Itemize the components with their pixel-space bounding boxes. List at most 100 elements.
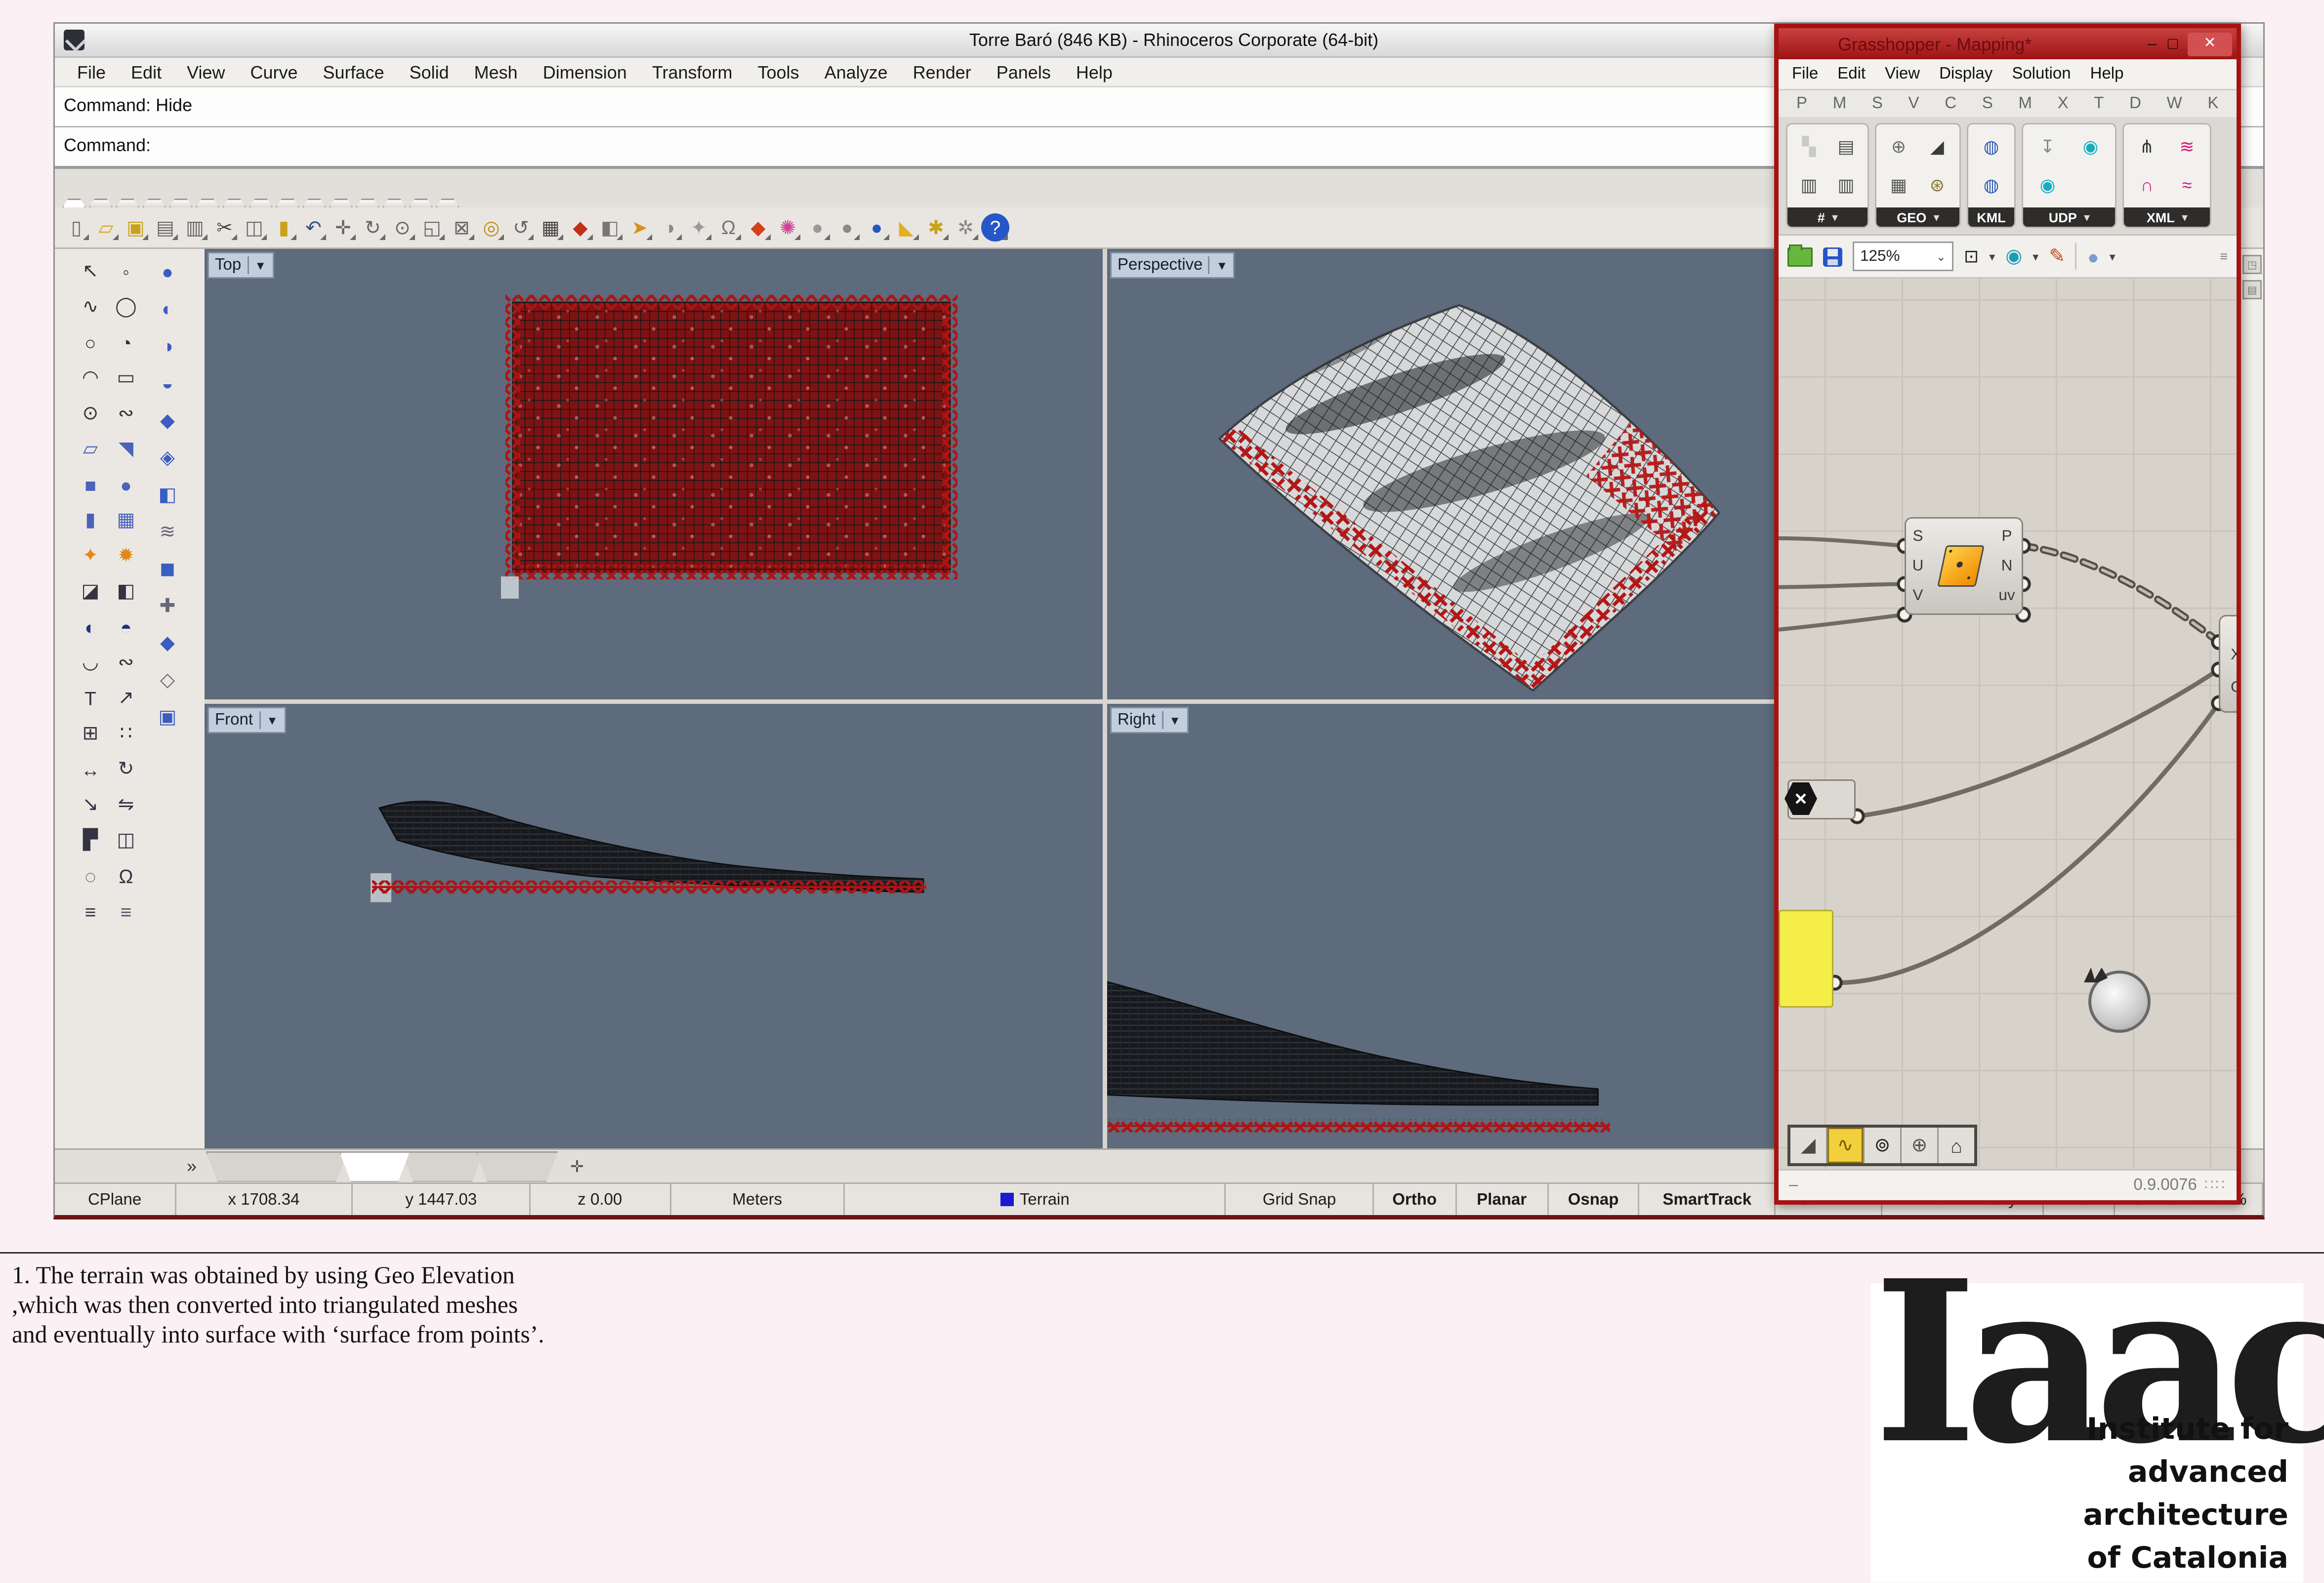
rectangle-tool-icon[interactable]: ▭ xyxy=(110,360,142,396)
boolean-intersect-icon[interactable]: ◑ xyxy=(150,327,185,365)
solid-diamond-icon[interactable]: ◆ xyxy=(150,624,185,661)
stream-icon[interactable]: ≋ xyxy=(2179,136,2194,157)
menu-item[interactable]: Curve xyxy=(250,62,297,82)
viewport-right-label[interactable]: Right▼ xyxy=(1110,707,1188,733)
boolean-diff-tool-icon[interactable]: ◓ xyxy=(110,609,142,645)
wire-diamond-icon[interactable]: ◇ xyxy=(150,661,185,698)
ribbon-group-label[interactable]: UDP▾ xyxy=(2023,207,2115,227)
resize-grip-icon[interactable]: ∷∷ xyxy=(2204,1177,2226,1194)
checker-grid-icon[interactable]: ▚ xyxy=(1802,136,1816,157)
hide-tool-icon[interactable]: ◌ xyxy=(74,858,107,893)
broom-icon[interactable]: ↧ xyxy=(2040,136,2055,157)
boolean-union-icon[interactable]: ◐ xyxy=(150,290,185,327)
wireframe-sphere-icon[interactable]: ● xyxy=(803,213,831,242)
undo-view-icon[interactable]: ↺ xyxy=(507,213,535,242)
surface-edge-tool-icon[interactable]: ◥ xyxy=(110,431,142,467)
chevron-down-icon[interactable]: ▾ xyxy=(2110,250,2116,263)
category-tab[interactable]: X xyxy=(2058,95,2069,113)
lock-icon[interactable]: Ω xyxy=(714,213,743,242)
menu-item[interactable]: Solid xyxy=(410,62,449,82)
menu-item[interactable]: Help xyxy=(2090,65,2124,83)
menu-item[interactable]: Transform xyxy=(652,62,733,82)
docked-panel-tab-icon[interactable]: ◳ xyxy=(2242,255,2262,274)
surface-points-tool-icon[interactable]: ▱ xyxy=(74,431,107,467)
menu-item[interactable]: Dimension xyxy=(543,62,627,82)
select-tool-icon[interactable]: ↖ xyxy=(74,253,107,289)
plugin-tool-icon[interactable]: ✦ xyxy=(74,538,107,573)
status-y[interactable]: y 1447.03 xyxy=(353,1184,531,1215)
point-tool-icon[interactable]: ◦ xyxy=(110,253,142,289)
grid-edit-icon[interactable]: ▦ xyxy=(1890,175,1907,196)
open-document-icon[interactable] xyxy=(1787,247,1813,266)
terrain-icon[interactable]: ◢ xyxy=(1930,136,1944,157)
collapse-dash[interactable]: – xyxy=(1789,1177,1798,1194)
circle-tool-icon[interactable]: ○ xyxy=(74,325,107,360)
ribbon-group-label[interactable]: #▾ xyxy=(1787,207,1868,227)
earth-globe2-icon[interactable]: ◍ xyxy=(1984,175,1999,196)
category-tab[interactable]: S xyxy=(1982,95,1993,113)
polyline-tool-icon[interactable]: ∿ xyxy=(74,289,107,325)
shaded-sphere-icon[interactable]: ● xyxy=(833,213,861,242)
split-tool-icon[interactable]: ◧ xyxy=(110,573,142,609)
chevron-down-icon[interactable]: ▾ xyxy=(1989,250,1995,263)
toolbar-tab[interactable] xyxy=(89,199,113,207)
fillet-tool-icon[interactable]: ◡ xyxy=(74,645,107,680)
globe-icon[interactable]: ⊕ xyxy=(1891,136,1906,157)
trackball-widget[interactable] xyxy=(2088,971,2151,1033)
open-file-icon[interactable]: ▱ xyxy=(92,213,120,242)
save-document-icon[interactable] xyxy=(1823,247,1842,266)
rendered-sphere-icon[interactable]: ● xyxy=(863,213,891,242)
render-settings-icon[interactable]: ◧ xyxy=(596,213,624,242)
cone-icon[interactable]: ◣ xyxy=(892,213,920,242)
copy-icon[interactable]: ◫ xyxy=(240,213,268,242)
help-icon[interactable]: ? xyxy=(981,213,1009,242)
rotate-view-icon[interactable]: ↻ xyxy=(359,213,387,242)
named-view-icon[interactable]: ◑ xyxy=(655,213,683,242)
menu-item[interactable]: File xyxy=(77,62,106,82)
menu-item[interactable]: View xyxy=(1885,65,1920,83)
category-tab[interactable]: K xyxy=(2208,95,2219,113)
cylinder-tool-icon[interactable]: ▮ xyxy=(74,502,107,538)
paint-brush-icon[interactable]: ✎ xyxy=(2049,244,2065,268)
toolbar-tab[interactable] xyxy=(302,199,326,207)
menu-item[interactable]: Solution xyxy=(2012,65,2071,83)
category-tab[interactable]: C xyxy=(1945,95,1956,113)
pan-icon[interactable]: ✛ xyxy=(329,213,357,242)
block-tool-icon[interactable]: ⊞ xyxy=(74,716,107,751)
viewport-layout-icon[interactable]: ▦ xyxy=(537,213,565,242)
menu-item[interactable]: View xyxy=(187,62,225,82)
solid-panel-icon[interactable]: ▣ xyxy=(150,698,185,735)
docked-panel-tab2-icon[interactable]: ▤ xyxy=(2242,280,2262,299)
toolbar-tab[interactable] xyxy=(409,199,433,207)
menu-item[interactable]: Tools xyxy=(758,62,799,82)
toolbar-tab[interactable] xyxy=(436,199,459,207)
zoom-extents-icon[interactable]: ⊠ xyxy=(448,213,476,242)
toggle-grid-snap[interactable]: Grid Snap xyxy=(1226,1184,1374,1215)
toolbar-tab[interactable] xyxy=(276,199,299,207)
freehand-draw-icon[interactable]: ∿ xyxy=(1827,1128,1865,1163)
chevron-down-icon[interactable]: ▾ xyxy=(2033,250,2038,263)
menu-item[interactable]: File xyxy=(1792,65,1818,83)
import-doc2-icon[interactable]: ▥ xyxy=(1837,175,1854,196)
toggle-smarttrack[interactable]: SmartTrack xyxy=(1640,1184,1776,1215)
menu-item[interactable]: Panels xyxy=(996,62,1051,82)
toolbar-tab[interactable] xyxy=(382,199,406,207)
viewport-tabs-overflow[interactable]: » xyxy=(187,1156,197,1177)
solid-hole-icon[interactable]: ◈ xyxy=(150,439,185,476)
zoom-selected-icon[interactable]: ◎ xyxy=(477,213,505,242)
text-tool-icon[interactable]: T xyxy=(74,680,107,716)
menu-item[interactable]: Surface xyxy=(323,62,384,82)
circle-3pt-tool-icon[interactable]: ◔ xyxy=(110,325,142,360)
lamp-icon[interactable]: ✦ xyxy=(685,213,713,242)
sphere-pair-icon[interactable]: ● xyxy=(150,253,185,290)
eye-right-icon[interactable]: ◉ xyxy=(2083,136,2098,157)
leader-tool-icon[interactable]: ↗ xyxy=(110,680,142,716)
scale-tool-icon[interactable]: ↘ xyxy=(74,787,107,822)
array-tool-icon[interactable]: ∷ xyxy=(110,716,142,751)
category-tab[interactable]: W xyxy=(2167,95,2182,113)
toolbar-tab[interactable] xyxy=(222,199,246,207)
new-file-icon[interactable]: ▯ xyxy=(62,213,90,242)
viewport-tab[interactable] xyxy=(475,1151,558,1182)
rotate-tool-icon[interactable]: ↻ xyxy=(110,751,142,787)
box-tool-icon[interactable]: ■ xyxy=(74,467,107,502)
